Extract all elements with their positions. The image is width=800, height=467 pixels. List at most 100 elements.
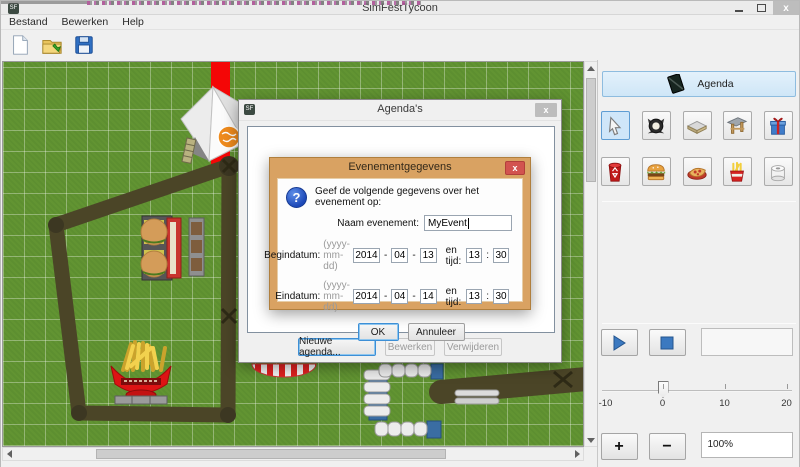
simulation-status-box (701, 328, 793, 356)
start-time-label: en tijd: (446, 245, 462, 267)
start-hour-input[interactable]: 13 (466, 248, 482, 263)
agendas-dialog-close-button[interactable]: x (535, 103, 557, 117)
slider-label-zero: 0 (660, 398, 665, 409)
save-button[interactable] (71, 32, 97, 58)
event-name-input[interactable]: MyEvent (424, 215, 512, 231)
start-year-input[interactable]: 2014 (353, 248, 380, 263)
picnic-tables[interactable] (189, 218, 204, 276)
speed-slider-track[interactable] (602, 390, 792, 392)
stage-light-icon (645, 115, 667, 137)
sidebar: Agenda (597, 60, 800, 467)
cancel-button[interactable]: Annuleer (408, 323, 465, 341)
text-caret (468, 218, 469, 229)
event-name-value: MyEvent (428, 218, 467, 229)
slider-label-ten: 10 (719, 398, 730, 409)
start-date-format-hint: (yyyy-mm-dd) (323, 239, 350, 272)
tool-button-gift[interactable] (764, 111, 793, 140)
app-window: SF SimFestTycoon x Bestand Bewerken Help (0, 0, 800, 467)
date-separator: - (384, 250, 387, 261)
stop-icon (660, 336, 674, 350)
play-button[interactable] (601, 329, 638, 356)
hamburger-icon (645, 161, 667, 183)
minimize-button[interactable] (729, 1, 749, 15)
maximize-button[interactable] (751, 1, 771, 15)
tool-button-toilet[interactable] (764, 157, 793, 186)
event-dialog-titlebar: Evenementgegevens x (270, 158, 530, 178)
menu-bestand[interactable]: Bestand (9, 16, 48, 28)
event-name-label: Naam evenement: (337, 218, 419, 229)
end-date-label: Eindatum: (275, 291, 320, 302)
event-dialog-prompt-row: ? Geef de volgende gegevens over het eve… (278, 179, 522, 208)
zoom-in-button[interactable]: + (601, 433, 638, 460)
slider-label-max: 20 (781, 398, 792, 409)
burger-stand[interactable] (141, 216, 181, 280)
zoom-level-field[interactable]: 100% (701, 432, 793, 458)
event-dialog-close-button[interactable]: x (505, 161, 525, 175)
menu-help[interactable]: Help (122, 16, 144, 28)
end-date-format-hint: (yyyy-mm-dd) (323, 280, 350, 313)
scroll-left-button[interactable] (3, 448, 15, 460)
vertical-scroll-thumb[interactable] (586, 78, 596, 182)
up-arrow-icon (587, 66, 595, 71)
open-folder-icon (41, 34, 63, 56)
close-button[interactable]: x (773, 1, 799, 15)
tool-button-stage[interactable] (683, 111, 712, 140)
event-dialog-prompt: Geef de volgende gegevens over het evene… (315, 186, 514, 208)
tent-logo (218, 126, 240, 148)
tool-button-fries[interactable] (723, 157, 752, 186)
start-date-row: Begindatum: (yyyy-mm-dd) 2014 - 04 - 13 … (278, 239, 522, 272)
scroll-right-button[interactable] (571, 448, 583, 460)
end-day-input[interactable]: 14 (420, 289, 437, 304)
agendas-dialog-title: Agenda's (239, 103, 561, 115)
slider-label-min: -10 (599, 398, 613, 409)
event-data-dialog: Evenementgegevens x ? Geef de volgende g… (269, 157, 531, 310)
new-file-button[interactable] (7, 32, 33, 58)
end-hour-input[interactable]: 13 (466, 289, 482, 304)
map-bottom-filler (2, 462, 584, 467)
map-horizontal-scrollbar[interactable] (2, 447, 584, 461)
scroll-up-button[interactable] (585, 62, 597, 74)
down-arrow-icon (587, 438, 595, 443)
fries-stand[interactable] (111, 342, 171, 400)
fries-icon (726, 161, 748, 183)
time-separator: : (486, 250, 489, 261)
tool-button-trash-bin[interactable] (601, 157, 630, 186)
start-day-input[interactable]: 13 (420, 248, 437, 263)
bench[interactable] (115, 396, 167, 404)
open-file-button[interactable] (39, 32, 65, 58)
tool-button-stage-roof[interactable] (723, 111, 752, 140)
event-dialog-title: Evenementgegevens (270, 161, 530, 173)
dirt-path-loop[interactable] (56, 166, 229, 415)
zoom-out-button[interactable]: − (649, 433, 686, 460)
toilet-roll-icon (767, 161, 789, 183)
stop-button[interactable] (649, 329, 686, 356)
ok-button[interactable]: OK (358, 323, 399, 341)
crowd-barriers[interactable] (364, 364, 443, 438)
scroll-down-button[interactable] (585, 434, 597, 446)
end-minute-input[interactable]: 30 (493, 289, 509, 304)
start-month-input[interactable]: 04 (391, 248, 408, 263)
trash-bin-icon (605, 161, 625, 183)
tool-button-pizza[interactable] (683, 157, 712, 186)
right-arrow-icon (575, 450, 580, 458)
menu-bewerken[interactable]: Bewerken (62, 16, 109, 28)
horizontal-scroll-thumb[interactable] (96, 449, 446, 459)
play-icon (611, 335, 627, 351)
tool-button-stage-light[interactable] (642, 111, 671, 140)
agenda-button[interactable]: Agenda (602, 71, 796, 97)
date-separator: - (384, 291, 387, 302)
date-separator: - (412, 291, 415, 302)
striped-tent-roof[interactable] (252, 364, 316, 377)
end-date-row: Eindatum: (yyyy-mm-dd) 2014 - 04 - 14 en… (278, 280, 522, 313)
agendas-dialog-titlebar: SF Agenda's x (239, 100, 561, 121)
stage-platform-icon (686, 115, 708, 137)
end-year-input[interactable]: 2014 (353, 289, 380, 304)
start-minute-input[interactable]: 30 (493, 248, 509, 263)
event-dialog-buttons: OK Annuleer (300, 323, 522, 341)
tool-button-burger[interactable] (642, 157, 671, 186)
date-separator: - (412, 250, 415, 261)
end-month-input[interactable]: 04 (391, 289, 408, 304)
tool-button-select[interactable] (601, 111, 630, 140)
ladder[interactable] (182, 138, 196, 163)
toolbar (1, 30, 799, 60)
